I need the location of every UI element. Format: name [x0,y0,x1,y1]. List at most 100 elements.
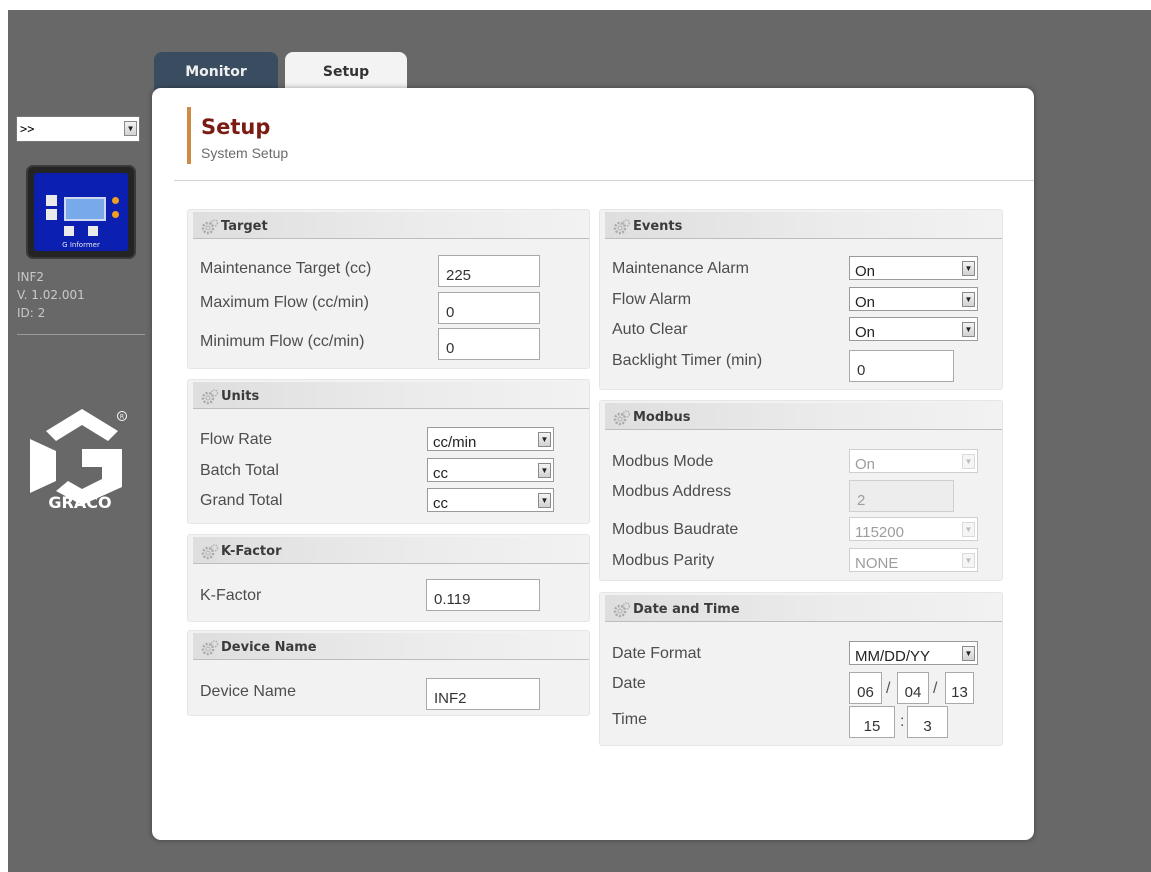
date-year-input[interactable]: 13 [945,672,974,704]
page-title: Setup [201,115,271,139]
gear-icon [613,602,631,618]
date-separator: / [933,680,938,697]
page-subtitle: System Setup [201,145,289,161]
modbus-address-label: Modbus Address [612,483,732,500]
divider [174,180,1034,181]
modbus-mode-select[interactable]: On ▼ [849,449,978,473]
modbus-parity-value: NONE [855,555,899,572]
grand-total-select[interactable]: cc ▼ [427,488,554,512]
auto-clear-label: Auto Clear [612,321,688,338]
date-day-input[interactable]: 04 [897,672,929,704]
section-title: Units [221,389,260,404]
chevron-down-icon[interactable]: ▼ [962,322,975,337]
minimum-flow-input[interactable]: 0 [438,328,540,360]
device-brand: G Informer [62,241,100,249]
minimum-flow-label: Minimum Flow (cc/min) [200,333,365,350]
date-month-input[interactable]: 06 [849,672,882,704]
chevron-down-icon[interactable]: ▼ [962,646,975,661]
auto-clear-value: On [855,324,876,341]
section-kfactor: K-Factor K-Factor 0.119 [187,534,590,622]
chevron-down-icon[interactable]: ▼ [962,261,975,276]
backlight-timer-label: Backlight Timer (min) [612,352,763,369]
title-accent-bar [187,107,191,164]
maximum-flow-input[interactable]: 0 [438,292,540,324]
device-screen: G Informer [34,173,128,251]
chevron-down-icon[interactable]: ▼ [962,454,975,469]
maintenance-target-input[interactable]: 225 [438,255,540,287]
section-header: Device Name [193,633,589,660]
gear-icon [201,219,219,235]
section-events: Events Maintenance Alarm On ▼ Flow Alarm… [599,209,1003,390]
gear-icon [201,389,219,405]
logo-text: GRACO [48,493,111,512]
modbus-mode-value: On [855,456,876,473]
device-info: INF2 V. 1.02.001 ID: 2 [17,268,85,322]
flow-alarm-value: On [855,294,876,311]
chevron-down-icon[interactable]: ▼ [962,292,975,307]
led-icon [112,197,119,204]
modbus-baudrate-value: 115200 [855,524,904,541]
logo-shape [30,439,56,493]
chevron-down-icon[interactable]: ▼ [962,553,975,568]
device-name-text: INF2 [17,270,45,284]
device-version-text: V. 1.02.001 [17,288,85,302]
section-header: Target [193,212,589,239]
maintenance-alarm-select[interactable]: On ▼ [849,256,978,280]
grand-total-label: Grand Total [200,492,283,509]
chevron-down-icon[interactable]: ▼ [538,493,551,508]
device-name-input[interactable]: INF2 [426,678,540,710]
button-icon [64,226,74,236]
modbus-mode-label: Modbus Mode [612,453,714,470]
flow-alarm-label: Flow Alarm [612,291,692,308]
modbus-address-input[interactable]: 2 [849,480,954,512]
section-title: Device Name [221,640,317,655]
section-target: Target Maintenance Target (cc) 225 Maxim… [187,209,590,369]
tab-monitor[interactable]: Monitor [154,52,278,92]
flow-rate-select[interactable]: cc/min ▼ [427,427,554,451]
section-title: Events [633,219,683,234]
section-header: Date and Time [605,595,1002,622]
modbus-baudrate-select[interactable]: 115200 ▼ [849,517,978,541]
batch-total-select[interactable]: cc ▼ [427,458,554,482]
down-button-icon [46,209,57,220]
section-units: Units Flow Rate cc/min ▼ Batch Total cc … [187,379,590,524]
maintenance-target-label: Maintenance Target (cc) [200,260,372,277]
time-hour-input[interactable]: 15 [849,706,895,738]
date-separator: / [886,680,891,697]
batch-total-value: cc [433,465,448,482]
device-thumbnail[interactable]: G Informer [26,165,136,259]
led-icon [112,211,119,218]
setup-panel: Setup System Setup Target Maintenance Ta… [152,88,1034,840]
date-format-select[interactable]: MM/DD/YY ▼ [849,641,978,665]
chevron-down-icon[interactable]: ▼ [538,432,551,447]
grand-total-value: cc [433,495,448,512]
time-separator: : [900,713,905,730]
device-select[interactable]: >> ▼ [16,116,140,142]
section-device-name: Device Name Device Name INF2 [187,630,590,716]
graco-logo: R GRACO [30,409,127,512]
time-minute-input[interactable]: 3 [907,706,948,738]
section-header: Units [193,382,589,409]
gear-icon [201,640,219,656]
button-icon [88,226,98,236]
maximum-flow-label: Maximum Flow (cc/min) [200,294,369,311]
section-header: K-Factor [193,537,589,564]
device-name-label: Device Name [200,683,297,700]
chevron-down-icon[interactable]: ▼ [962,522,975,537]
logo-shape [46,409,118,441]
backlight-timer-input[interactable]: 0 [849,350,954,382]
chevron-down-icon[interactable]: ▼ [538,463,551,478]
maintenance-alarm-label: Maintenance Alarm [612,260,749,277]
gear-icon [613,410,631,426]
flow-rate-value: cc/min [433,434,477,451]
flow-rate-label: Flow Rate [200,431,273,448]
auto-clear-select[interactable]: On ▼ [849,317,978,341]
modbus-parity-select[interactable]: NONE ▼ [849,548,978,572]
kfactor-input[interactable]: 0.119 [426,579,540,611]
device-select-value: >> [20,122,35,136]
divider [17,334,145,335]
chevron-down-icon[interactable]: ▼ [124,121,137,136]
flow-alarm-select[interactable]: On ▼ [849,287,978,311]
kfactor-label: K-Factor [200,587,262,604]
gear-icon [201,544,219,560]
